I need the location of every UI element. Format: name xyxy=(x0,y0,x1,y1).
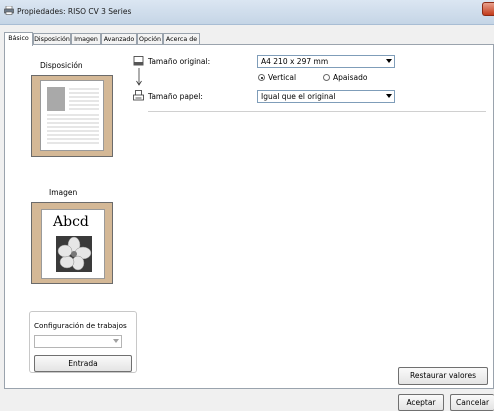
flower-image-icon xyxy=(56,236,92,272)
close-button[interactable] xyxy=(482,2,494,16)
tab-basico[interactable]: Básico xyxy=(4,32,33,46)
paper-printer-icon xyxy=(133,90,144,101)
sample-text: Abcd xyxy=(53,214,89,230)
divider xyxy=(148,111,486,112)
paper-size-value: Igual que el original xyxy=(261,92,336,101)
settings-panel: Disposición Imagen Abcd Tamaño original:… xyxy=(4,44,494,389)
job-settings-select[interactable] xyxy=(34,335,122,348)
restore-defaults-button[interactable]: Restaurar valores xyxy=(398,367,488,385)
image-preview: Abcd xyxy=(31,202,113,284)
original-size-select[interactable]: A4 210 x 297 mm xyxy=(257,55,395,68)
window-title: Propiedades: RISO CV 3 Series xyxy=(17,7,132,16)
job-settings-group: Configuración de trabajos Entrada xyxy=(29,311,137,373)
original-document-icon xyxy=(133,56,144,66)
original-size-value: A4 210 x 297 mm xyxy=(261,57,329,66)
landscape-radio[interactable] xyxy=(323,74,330,81)
layout-preview xyxy=(31,75,113,157)
image-thumbnail: Abcd xyxy=(41,209,105,279)
landscape-label: Apaisado xyxy=(333,73,368,82)
down-arrow-icon xyxy=(136,68,142,86)
page-layout-graphic xyxy=(47,87,99,144)
title-bar: Propiedades: RISO CV 3 Series xyxy=(0,0,494,25)
paper-size-label: Tamaño papel: xyxy=(148,92,203,101)
vertical-label: Vertical xyxy=(268,73,297,82)
vertical-radio[interactable] xyxy=(258,74,265,81)
image-preview-label: Imagen xyxy=(49,188,78,197)
printer-icon xyxy=(4,6,14,15)
chevron-down-icon xyxy=(386,94,392,98)
layout-preview-label: Disposición xyxy=(40,61,83,70)
page-thumbnail xyxy=(40,80,104,151)
chevron-down-icon xyxy=(386,59,392,63)
job-settings-label: Configuración de trabajos xyxy=(34,321,127,330)
original-size-label: Tamaño original: xyxy=(148,57,211,66)
paper-size-select[interactable]: Igual que el original xyxy=(257,90,395,103)
entry-button[interactable]: Entrada xyxy=(34,355,132,372)
chevron-down-icon xyxy=(113,339,119,343)
